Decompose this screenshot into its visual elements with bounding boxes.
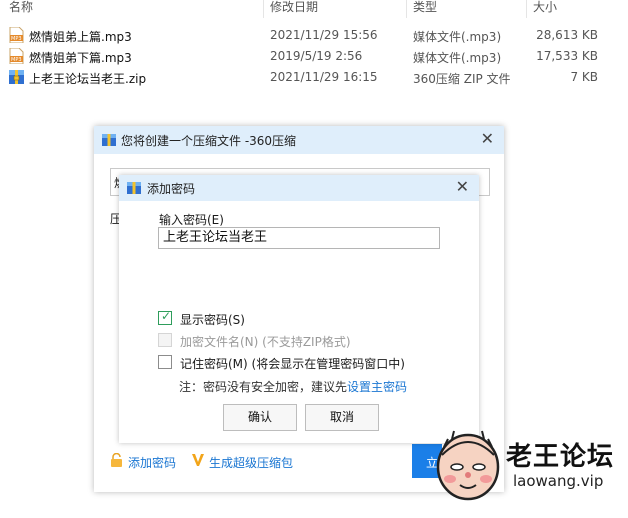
column-divider[interactable]: [526, 0, 527, 18]
compress-dialog-titlebar[interactable]: 您将创建一个压缩文件 -360压缩 ✕: [94, 126, 504, 154]
column-name[interactable]: 名称: [9, 0, 33, 15]
cancel-button[interactable]: 取消: [305, 404, 379, 431]
file-type: 媒体文件(.mp3): [413, 30, 502, 44]
column-size[interactable]: 大小: [533, 0, 557, 15]
check-icon: ✓: [161, 309, 172, 323]
add-password-dialog: 添加密码 ✕ 输入密码(E) 上老王论坛当老王 ✓ 显示密码(S) 加密文件名(…: [119, 175, 479, 443]
watermark-title: 老王论坛: [506, 442, 615, 472]
column-date-modified[interactable]: 修改日期: [270, 0, 318, 15]
file-row[interactable]: MP3 燃情姐弟上篇.mp3 2021/11/29 15:56 媒体文件(.mp…: [0, 25, 628, 45]
add-password-title: 添加密码: [147, 182, 196, 196]
remember-password-checkbox[interactable]: [158, 355, 172, 369]
column-divider[interactable]: [263, 0, 264, 18]
svg-text:MP3: MP3: [11, 36, 22, 42]
v-badge-icon: [192, 454, 204, 466]
column-divider[interactable]: [406, 0, 407, 18]
file-name: 燃情姐弟上篇.mp3: [29, 30, 132, 44]
set-master-password-link[interactable]: 设置主密码: [347, 380, 407, 394]
file-row[interactable]: MP3 燃情姐弟下篇.mp3 2019/5/19 2:56 媒体文件(.mp3)…: [0, 46, 628, 66]
file-name: 燃情姐弟下篇.mp3: [29, 51, 132, 65]
password-input-label: 输入密码(E): [159, 213, 224, 227]
file-date: 2021/11/29 15:56: [270, 28, 378, 42]
security-note-text: 注：密码没有安全加密，建议先: [179, 380, 348, 394]
password-input[interactable]: 上老王论坛当老王: [158, 227, 440, 249]
watermark-url: laowang.vip: [513, 472, 604, 490]
mp3-file-icon: MP3: [9, 27, 24, 43]
super-compress-label: 生成超级压缩包: [209, 456, 294, 470]
file-type: 媒体文件(.mp3): [413, 51, 502, 65]
mp3-file-icon: MP3: [9, 48, 24, 64]
security-note: 注：密码没有安全加密，建议先设置主密码: [179, 378, 407, 395]
close-icon[interactable]: ✕: [481, 129, 494, 148]
file-size: 7 KB: [570, 70, 598, 84]
file-date: 2021/11/29 16:15: [270, 70, 378, 84]
file-name: 上老王论坛当老王.zip: [29, 72, 147, 86]
show-password-label[interactable]: 显示密码(S): [180, 311, 245, 328]
confirm-button[interactable]: 确认: [223, 404, 297, 431]
file-type: 360压缩 ZIP 文件: [413, 72, 511, 86]
file-size: 17,533 KB: [536, 49, 598, 63]
mascot-logo-icon: [436, 430, 500, 501]
zip-archive-icon: [102, 134, 116, 146]
add-password-label: 添加密码: [128, 456, 177, 470]
add-password-titlebar[interactable]: 添加密码 ✕: [119, 175, 479, 201]
column-header: 名称 修改日期 类型 大小: [0, 0, 628, 18]
lock-icon: [111, 453, 122, 467]
remember-password-label[interactable]: 记住密码(M) (将会显示在管理密码窗口中): [180, 355, 405, 372]
zip-archive-icon: [9, 70, 24, 84]
close-icon[interactable]: ✕: [456, 177, 469, 196]
show-password-checkbox[interactable]: ✓: [158, 309, 172, 325]
zip-archive-icon: [127, 182, 141, 194]
file-size: 28,613 KB: [536, 28, 598, 42]
file-date: 2019/5/19 2:56: [270, 49, 363, 63]
file-row[interactable]: 上老王论坛当老王.zip 2021/11/29 16:15 360压缩 ZIP …: [0, 67, 628, 87]
encrypt-filenames-checkbox: [158, 333, 172, 347]
column-type[interactable]: 类型: [413, 0, 437, 15]
encrypt-filenames-label: 加密文件名(N) (不支持ZIP格式): [180, 335, 351, 349]
compress-dialog-title: 您将创建一个压缩文件 -360压缩: [121, 134, 297, 148]
svg-text:MP3: MP3: [11, 57, 22, 63]
